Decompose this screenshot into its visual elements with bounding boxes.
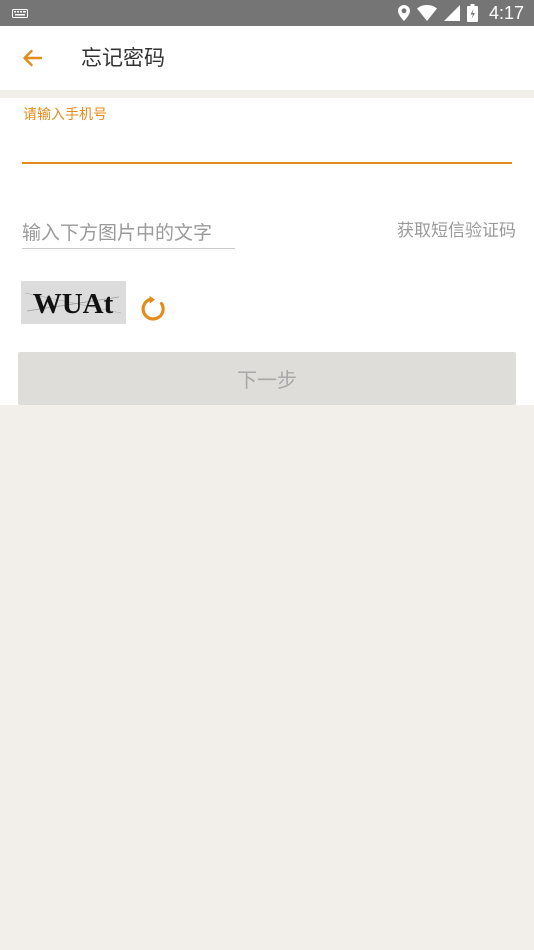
location-icon [397,5,410,21]
signal-icon [443,5,460,21]
get-sms-code-button[interactable]: 获取短信验证码 [397,219,516,243]
captcha-text: WUAt [33,288,114,320]
battery-icon [466,4,478,22]
wifi-icon [416,5,437,21]
page-title: 忘记密码 [81,46,165,70]
status-bar: 4:17 [0,0,534,26]
app-bar: 忘记密码 [0,26,534,90]
clock: 4:17 [488,2,524,23]
refresh-icon[interactable] [139,295,167,323]
captcha-image[interactable]: WUAt [21,281,126,324]
back-button[interactable] [14,40,50,76]
arrow-left-icon [23,49,42,67]
captcha-input[interactable] [22,218,235,249]
forgot-password-form: 请输入手机号 获取短信验证码 WUAt 下一步 [0,98,534,405]
next-step-button[interactable]: 下一步 [18,352,516,405]
keyboard-icon [12,9,28,18]
phone-field-label: 请输入手机号 [23,107,107,123]
phone-input[interactable] [22,132,512,164]
